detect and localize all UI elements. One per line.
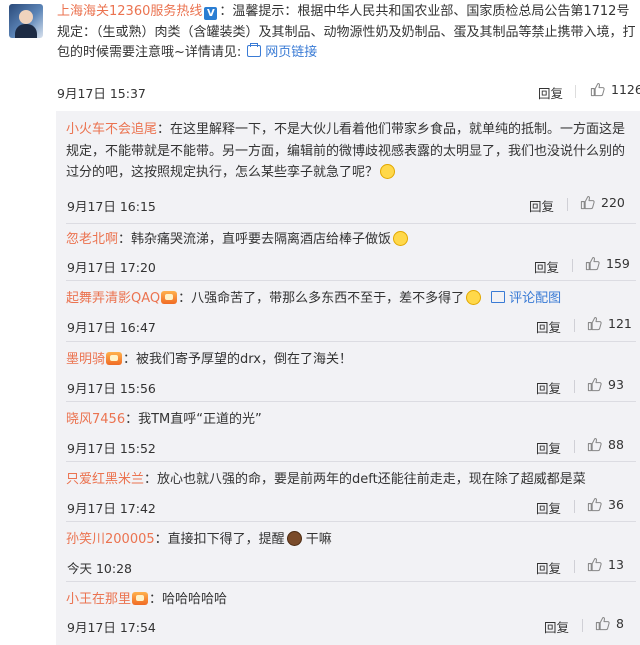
comment-username[interactable]: 只爱红黑米兰 [66,472,144,487]
reply-button[interactable]: 回复 [536,378,561,397]
like-count: 8 [616,616,624,631]
post-text: 上海海关12360服务热线 V ：温馨提示：根据中华人民共和国农业部、国家质检总局公… [57,2,637,64]
comment-username[interactable]: 小火车不会追尾 [66,122,157,137]
thumbs-up-icon [587,497,602,512]
comment-time: 9月17日 17:54 [67,620,156,635]
reply-button[interactable]: 回复 [536,317,561,336]
verified-v-badge-icon: V [204,7,218,20]
reply-button[interactable]: 回复 [536,498,561,517]
shocked-emoji-icon [380,164,396,179]
reply-button[interactable]: 回复 [529,196,554,215]
like-button[interactable]: 93 [587,377,624,392]
comment-text: ：韩杂痛哭流涕，直呼要去隔离酒店给棒子做饭 [118,232,392,247]
comment-time: 9月17日 16:47 [67,320,156,335]
member-badge-icon [106,352,123,365]
post-time: 9月17日 15:37 [57,86,146,101]
like-button[interactable]: 1126 [590,82,640,97]
image-icon [491,291,506,303]
like-button[interactable]: 8 [595,616,624,631]
reply-button[interactable]: 回复 [536,558,561,577]
comment-time: 9月17日 17:42 [67,501,156,516]
main-post: 上海海关12360服务热线 V ：温馨提示：根据中华人民共和国农业部、国家质检总局公… [0,0,640,102]
thumbs-up-icon [585,256,600,271]
like-button[interactable]: 121 [587,316,632,331]
comment-username[interactable]: 忽老北啊 [66,232,118,247]
reply-button[interactable]: 回复 [534,257,559,276]
like-count: 220 [601,195,625,210]
comment-list: 小火车不会追尾：在这里解释一下，不是大伙儿看着他们带家乡食品，就单纯的抵制。一方… [56,111,640,645]
like-count: 88 [608,437,624,452]
avatar[interactable] [9,4,43,38]
reply-button[interactable]: 回复 [544,617,569,636]
comment-text: ：我TM直呼“正道的光” [125,412,262,427]
like-count: 93 [608,377,624,392]
like-count: 159 [606,256,630,271]
thumbs-up-icon [587,437,602,452]
like-count: 1126 [611,82,640,97]
like-button[interactable]: 13 [587,557,624,572]
comment-text-after-emoji: 干嘛 [305,532,332,547]
comment-time: 9月17日 17:20 [67,260,156,275]
like-button[interactable]: 36 [587,497,624,512]
comment-text: ：直接扣下得了，提醒 [154,532,285,547]
comment-time: 9月17日 15:52 [67,441,156,456]
web-link[interactable]: 网页链接 [265,45,317,60]
comment-username[interactable]: 墨明骑 [66,352,105,367]
thumbs-up-icon [587,377,602,392]
thumbs-up-icon [587,557,602,572]
thumbs-up-icon [595,616,610,631]
grin-emoji-icon [466,290,482,305]
like-button[interactable]: 88 [587,437,624,452]
comment-username[interactable]: 孙笑川200005 [66,532,155,547]
thumbs-up-icon [580,195,595,210]
post-meta: 9月17日 15:37 回复 1126 [0,82,640,102]
comment-time: 今天 10:28 [67,561,132,576]
like-count: 13 [608,557,624,572]
post-username[interactable]: 上海海关12360服务热线 [57,4,202,19]
reply-button[interactable]: 回复 [536,438,561,457]
like-count: 121 [608,316,632,331]
comment-time: 9月17日 15:56 [67,381,156,396]
reply-button[interactable]: 回复 [538,83,563,102]
member-badge-icon [161,291,178,304]
like-button[interactable]: 159 [585,256,630,271]
doge-emoji-icon [286,531,302,546]
comment-username[interactable]: 起舞弄清影QAQ [66,291,160,306]
thumbs-up-icon [587,316,602,331]
like-count: 36 [608,497,624,512]
comment-image-link[interactable]: 评论配图 [509,291,561,306]
like-button[interactable]: 220 [580,195,625,210]
comment-time: 9月17日 16:15 [67,199,156,214]
member-badge-icon [132,592,149,605]
comment-username[interactable]: 晓风7456 [66,412,125,427]
grin-emoji-icon [393,231,409,246]
comment-text: ：八强命苦了，带那么多东西不至于，差不多得了 [178,291,465,306]
link-icon [247,43,262,57]
comment-text: ：被我们寄予厚望的drx，倒在了海关！ [123,352,352,367]
comment-text: ：放心也就八强的命，要是前两年的deft还能往前走走，现在除了超威都是菜 [144,472,586,487]
thumbs-up-icon [590,82,605,97]
comment-username[interactable]: 小王在那里 [66,592,131,607]
comment-text: ：哈哈哈哈哈 [149,592,228,607]
